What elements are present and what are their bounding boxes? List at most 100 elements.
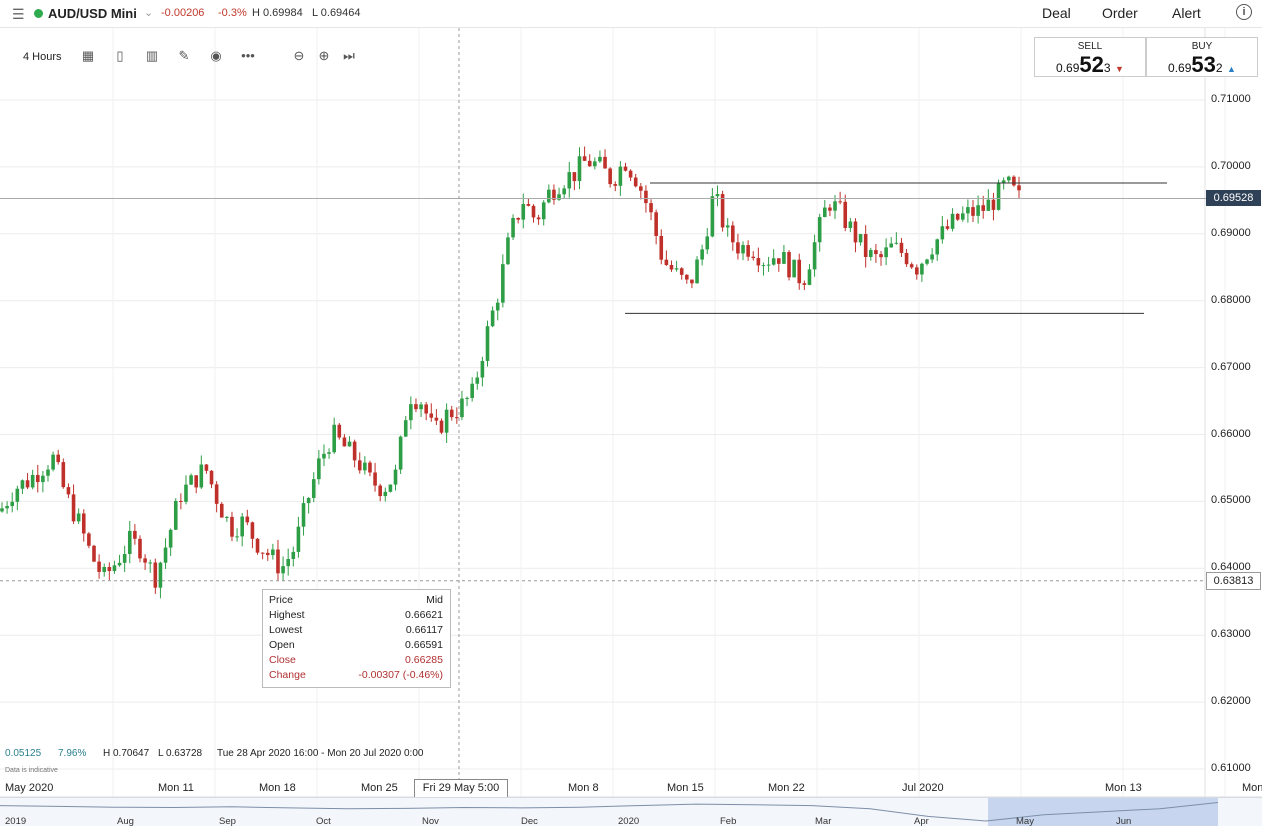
day-high: H 0.69984 (252, 7, 303, 19)
candle-body (46, 469, 50, 476)
up-arrow-icon: ▲ (1227, 64, 1236, 74)
candle-body (695, 259, 699, 284)
candle-body (296, 526, 301, 552)
candle-body (731, 225, 735, 243)
cursor-price-tag: 0.63813 (1206, 572, 1261, 590)
candle-body (455, 417, 459, 419)
candle-body (449, 409, 454, 418)
buy-label: BUY (1191, 41, 1213, 52)
candle-body (761, 265, 766, 267)
more-icon[interactable]: ••• (240, 48, 256, 64)
pencil-icon[interactable]: ✎ (176, 48, 192, 64)
navigator-label: Sep (219, 816, 236, 827)
hamburger-icon[interactable]: ☰ (12, 6, 25, 23)
candle-body (766, 264, 771, 266)
candle-body (598, 156, 602, 162)
skip-end-icon[interactable]: ⏭ (341, 48, 357, 64)
candle-body (715, 194, 720, 197)
candle-body (414, 404, 418, 410)
candle-body (996, 182, 1001, 210)
candle-body (240, 516, 244, 537)
candle-body (618, 166, 623, 186)
candle-body (255, 538, 260, 553)
deal-button[interactable]: Deal (1042, 5, 1071, 21)
candle-body (725, 225, 730, 228)
candle-body (92, 545, 96, 562)
sell-button[interactable]: SELL 0.69523 ▼ (1034, 37, 1146, 77)
candle-body (25, 480, 30, 488)
candle-body (378, 485, 382, 497)
candle-body (664, 259, 669, 265)
candle-body (587, 160, 592, 167)
candle-body (955, 213, 960, 220)
candle-body (133, 530, 137, 539)
candle-body (603, 156, 607, 169)
range-change: 0.05125 (5, 748, 42, 759)
candle-body (276, 549, 280, 574)
calculator-icon[interactable]: ▦ (80, 48, 96, 64)
chevron-down-icon[interactable]: ⌄ (144, 6, 153, 19)
navigator-label: May (1016, 816, 1034, 827)
y-axis-label: 0.70000 (1211, 159, 1251, 172)
candle-body (863, 234, 868, 257)
candle-body (439, 420, 444, 433)
zoom-out-icon[interactable]: ⊖ (291, 48, 307, 64)
timeframe-selector[interactable]: 4 Hours (23, 51, 62, 63)
tablet-icon[interactable]: ▯ (112, 48, 128, 64)
candle-body (674, 268, 679, 270)
candle-body (311, 479, 316, 498)
candle-body (501, 264, 505, 303)
price-chart[interactable] (0, 0, 1262, 825)
info-icon[interactable]: i (1236, 4, 1252, 20)
candle-body (741, 245, 745, 254)
navigator-label: Aug (117, 816, 134, 827)
candle-body (991, 199, 996, 210)
candle-body (971, 207, 975, 216)
candle-body (342, 437, 347, 447)
candle-body (868, 250, 873, 257)
candle-body (802, 283, 807, 285)
candle-body (5, 506, 9, 509)
candle-body (87, 533, 91, 546)
candle-body (209, 470, 214, 485)
candle-body (567, 172, 572, 189)
candle-body (434, 417, 439, 421)
candle-body (138, 538, 142, 559)
candle-body (966, 207, 970, 214)
candle-body (613, 184, 618, 186)
candle-body (490, 310, 495, 327)
candle-body (531, 205, 536, 218)
candle-body (56, 454, 61, 463)
candle-body (746, 245, 750, 257)
candle-body (1001, 180, 1006, 183)
candle-body (352, 441, 357, 461)
sell-label: SELL (1077, 41, 1103, 52)
candle-body (976, 205, 980, 216)
y-axis-label: 0.69000 (1211, 226, 1251, 239)
candle-body (107, 567, 112, 572)
candle-body (649, 203, 653, 213)
price-change-pct: -0.3% (218, 7, 247, 19)
instrument-name[interactable]: AUD/USD Mini (48, 6, 137, 21)
candle-body (848, 221, 853, 228)
candle-body (327, 452, 331, 454)
candle-body (322, 453, 326, 459)
y-axis-label: 0.65000 (1211, 494, 1251, 507)
candle-body (690, 279, 694, 284)
zoom-in-icon[interactable]: ⊕ (316, 48, 332, 64)
x-axis-label: Mon 8 (568, 782, 599, 794)
candle-body (782, 252, 786, 264)
eye-icon[interactable]: ◉ (208, 48, 224, 64)
candle-body (475, 377, 480, 384)
navigator-label: 2020 (618, 816, 640, 827)
candle-body (889, 243, 894, 248)
buy-button[interactable]: BUY 0.69532 ▲ (1146, 37, 1258, 77)
order-button[interactable]: Order (1102, 5, 1138, 21)
candle-body (582, 156, 587, 161)
bar-chart-icon[interactable]: ▥ (144, 48, 160, 64)
x-axis-label: Jul 2020 (902, 782, 944, 794)
alert-button[interactable]: Alert (1172, 5, 1201, 21)
candle-body (409, 404, 413, 421)
candle-body (526, 204, 531, 206)
navigator-label: Mar (815, 816, 832, 827)
